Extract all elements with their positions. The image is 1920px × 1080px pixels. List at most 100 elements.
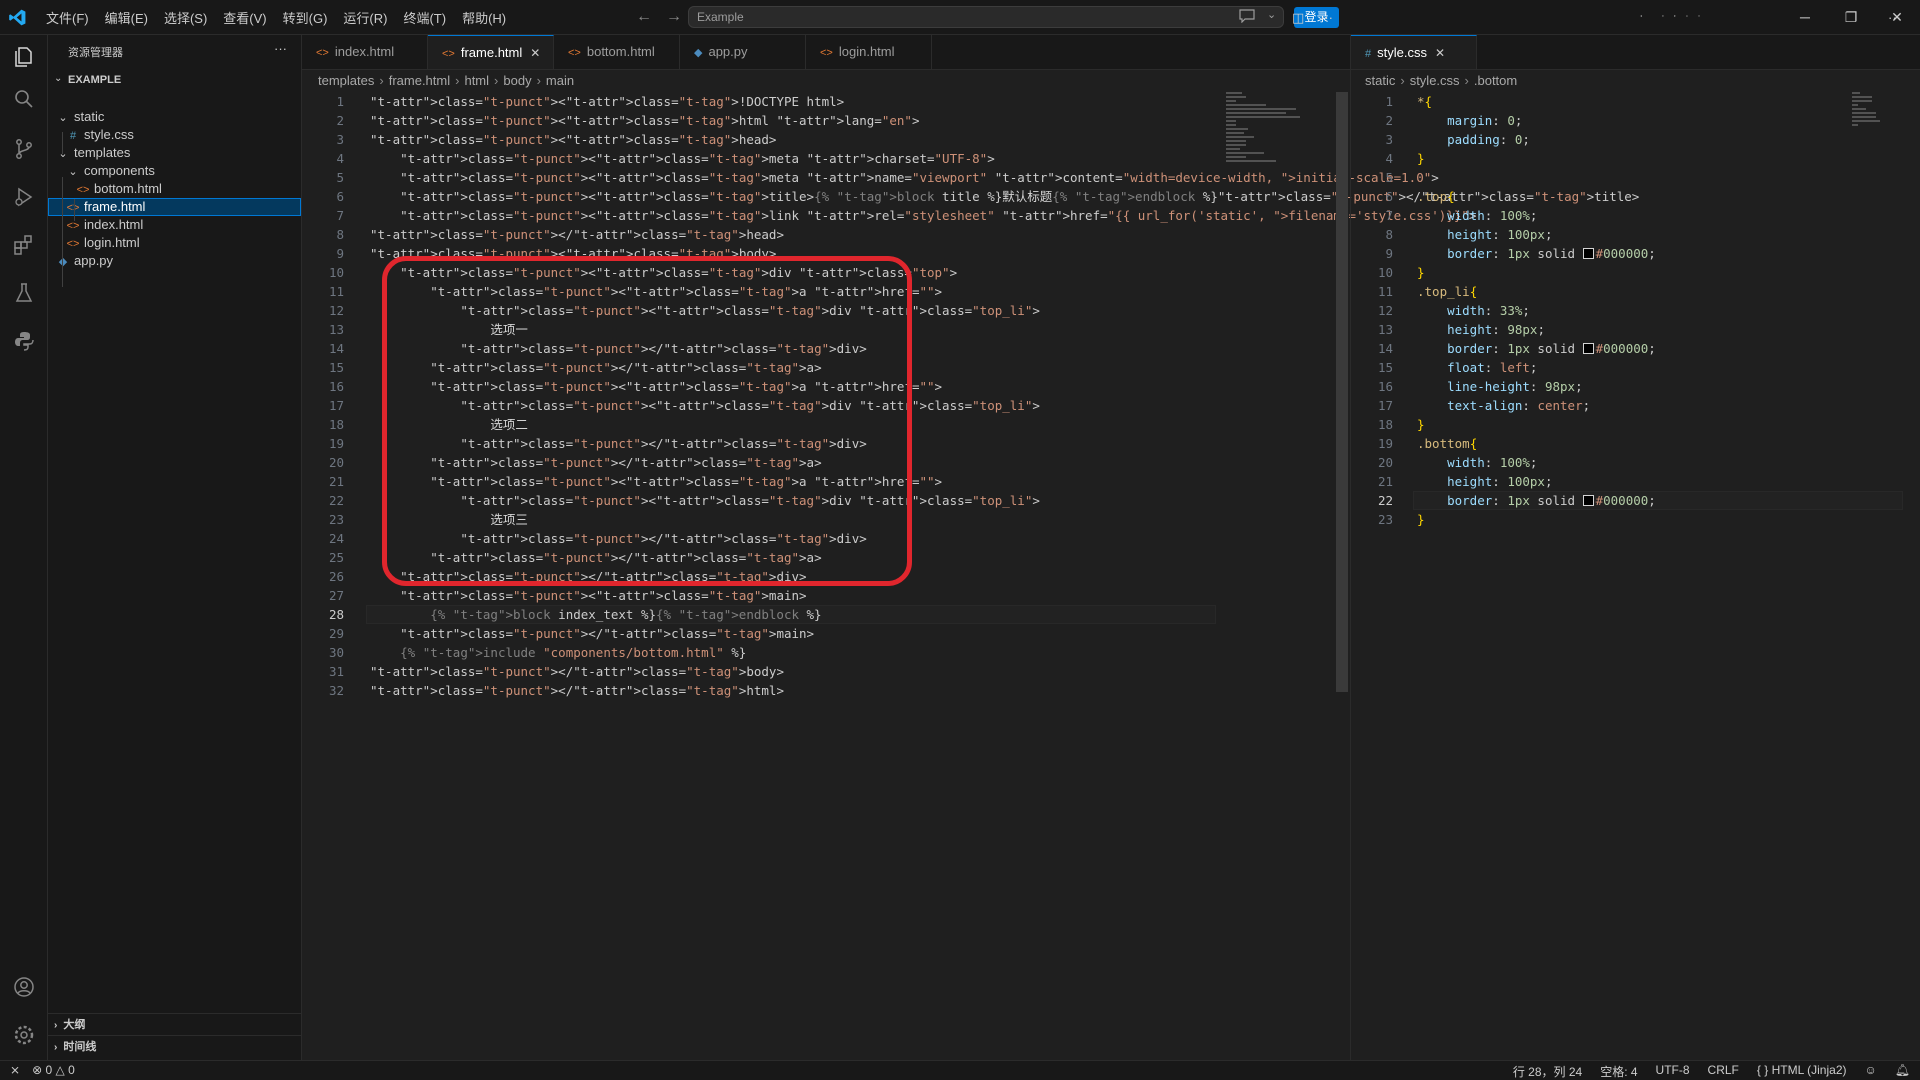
command-center-label: Example [697, 10, 744, 24]
tree-item-label: app.py [74, 253, 114, 268]
tab-bottom-html[interactable]: <> bottom.html [554, 35, 680, 69]
tree-item-label: frame.html [84, 199, 146, 214]
tree-item-index-html[interactable]: <> index.html [48, 216, 301, 234]
outline-section[interactable]: › 大纲 [48, 1013, 301, 1036]
tree-item-templates[interactable]: ⌄ templates [48, 144, 301, 162]
toggle-sidebar-icon[interactable] [1674, 8, 1677, 24]
code-text: } [1417, 151, 1425, 166]
breadcrumb-item[interactable]: frame.html [389, 73, 450, 88]
customize-layout-icon[interactable] [1662, 8, 1665, 24]
indentation[interactable]: 空格: 4 [1600, 1063, 1637, 1080]
code-editor-style-css[interactable]: 1 *{2 margin: 0; 3 padding: 0; 4} 5 6 .top{7 w… [1351, 92, 1911, 1032]
more-actions-icon[interactable]: ··· [1888, 10, 1901, 25]
line-number: 4 [336, 151, 344, 166]
cursor-position[interactable]: 行 28，列 24 [1513, 1063, 1582, 1080]
menu-item[interactable]: 查看(V) [215, 8, 274, 27]
breadcrumb-item[interactable]: main [546, 73, 574, 88]
command-center[interactable]: Example ⌄ [688, 6, 1284, 28]
problems-indicator[interactable]: ⊗ 0 △ 0 [32, 1063, 75, 1077]
workspace-section-header[interactable]: ⌄ EXAMPLE [48, 72, 301, 90]
toggle-panel-icon[interactable] [1686, 8, 1688, 24]
menu-item[interactable]: 终端(T) [395, 8, 454, 27]
tab-label: style.css [1377, 45, 1427, 60]
more-actions-icon[interactable]: ··· [274, 41, 287, 56]
tab-label: frame.html [460, 45, 523, 60]
html-file-icon: <> [66, 220, 80, 232]
split-editor-icon[interactable]: ◫ [1292, 10, 1304, 26]
restore-icon[interactable]: ❐ [1828, 0, 1874, 35]
remote-icon[interactable]: ⨯ [10, 1063, 20, 1077]
breadcrumb-item[interactable]: templates [318, 73, 374, 88]
breadcrumb-item[interactable]: html [464, 73, 489, 88]
encoding[interactable]: UTF-8 [1656, 1063, 1690, 1080]
tree-item-bottom-html[interactable]: <> bottom.html [48, 180, 301, 198]
chevron-down-icon: ⌄ [54, 73, 63, 84]
menu-item[interactable]: 转到(G) [275, 8, 336, 27]
chevron-right-icon: › [54, 1042, 58, 1053]
menu-item[interactable]: 编辑(E) [97, 8, 156, 27]
tree-item-components[interactable]: ⌄ components [48, 162, 301, 180]
tab-login-html[interactable]: <> login.html [806, 35, 932, 69]
tab-app-py[interactable]: ◆ app.py [680, 35, 806, 69]
copilot-icon[interactable] [1640, 8, 1642, 24]
account-icon[interactable] [12, 975, 36, 999]
source-control-icon[interactable] [12, 137, 36, 161]
code-text: border: 1px solid #000000; [1447, 493, 1656, 508]
search-icon[interactable] [12, 87, 36, 111]
menu-item[interactable]: 帮助(H) [454, 8, 514, 27]
chat-icon[interactable] [1239, 9, 1255, 23]
code-text: } [1417, 417, 1425, 432]
line-number: 20 [328, 455, 344, 470]
forward-arrow-icon[interactable]: → [666, 8, 682, 25]
breadcrumb-item[interactable]: body [503, 73, 531, 88]
back-arrow-icon[interactable]: ← [636, 8, 652, 25]
tab-index-html[interactable]: <> index.html [302, 35, 428, 69]
settings-gear-icon[interactable] [12, 1023, 36, 1047]
run-debug-icon[interactable] [12, 185, 36, 209]
breadcrumb-item[interactable]: style.css [1410, 73, 1460, 88]
end-of-line[interactable]: CRLF [1708, 1063, 1739, 1080]
toggle-secondary-sidebar-icon[interactable] [1698, 8, 1700, 24]
line-number: 10 [328, 265, 344, 280]
tree-item-login-html[interactable]: <> login.html [48, 234, 301, 252]
chevron-down-icon[interactable]: ⌄ [1267, 8, 1276, 21]
tree-item-static[interactable]: ⌄ static [48, 108, 301, 126]
menu-item[interactable]: 文件(F) [38, 8, 97, 27]
minimize-icon[interactable]: ─ [1782, 0, 1828, 35]
language-mode[interactable]: { } HTML (Jinja2) [1757, 1063, 1847, 1080]
copilot-status-icon[interactable]: ☺ [1865, 1063, 1877, 1080]
status-bar: ⨯ ⊗ 0 △ 0 行 28，列 24 空格: 4 UTF-8 CRLF { }… [0, 1060, 1920, 1080]
testing-icon[interactable] [12, 281, 36, 305]
tree-item-frame-html[interactable]: <> frame.html [48, 198, 301, 216]
menu-item[interactable]: 选择(S) [156, 8, 215, 27]
close-icon[interactable]: ✕ [1435, 46, 1445, 60]
breadcrumb-item[interactable]: .bottom [1474, 73, 1517, 88]
warning-count: 0 [68, 1063, 75, 1077]
line-number: 32 [328, 683, 344, 698]
extensions-icon[interactable] [12, 233, 36, 257]
line-number: 15 [328, 360, 344, 375]
close-icon[interactable]: ✕ [530, 46, 540, 60]
line-number: 8 [1385, 227, 1393, 242]
tab-frame-html[interactable]: <> frame.html ✕ [428, 35, 554, 69]
tree-item-app-py[interactable]: ◆ app.py [48, 252, 301, 270]
tab-label: login.html [838, 44, 895, 59]
explorer-icon[interactable] [12, 45, 36, 69]
highlight-annotation-box [382, 256, 912, 586]
line-number: 2 [1385, 113, 1393, 128]
tab-style-css[interactable]: # style.css ✕ [1351, 35, 1477, 69]
explorer-title: 资源管理器 [68, 47, 123, 59]
timeline-section[interactable]: › 时间线 [48, 1035, 301, 1058]
minimap[interactable] [1226, 92, 1306, 164]
minimap[interactable] [1852, 92, 1882, 128]
menu-item[interactable]: 运行(R) [335, 8, 395, 27]
vertical-scrollbar[interactable] [1336, 92, 1348, 692]
line-number: 17 [328, 398, 344, 413]
line-number: 2 [336, 113, 344, 128]
tree-item-style-css[interactable]: # style.css [48, 126, 301, 144]
more-actions-icon[interactable]: ··· [1320, 10, 1333, 25]
python-icon[interactable] [12, 329, 36, 353]
breadcrumb-item[interactable]: static [1365, 73, 1395, 88]
notifications-bell-icon[interactable]: 🔔︎ [1895, 1063, 1910, 1080]
code-text: float: left; [1447, 360, 1538, 375]
